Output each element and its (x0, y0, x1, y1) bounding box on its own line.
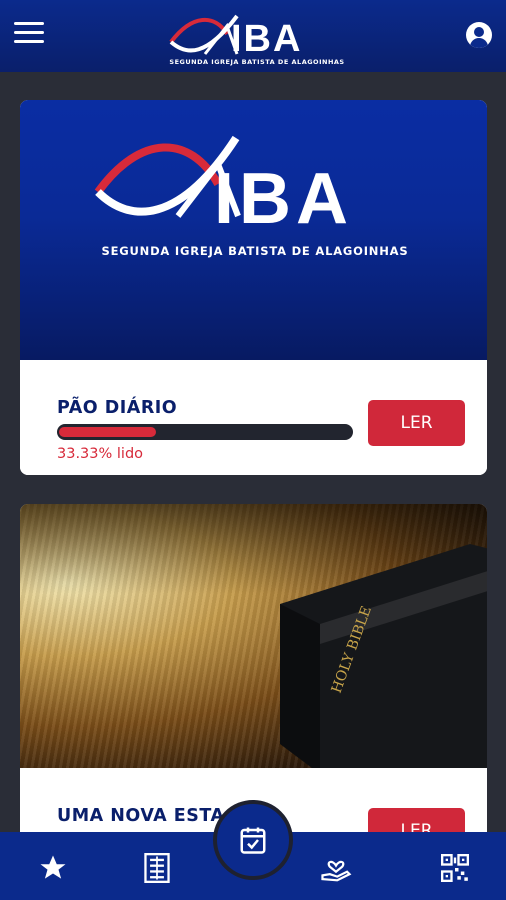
app-header: IBA SEGUNDA IGREJA BATISTA DE ALAGOINHAS (0, 0, 506, 72)
progress-label: 33.33% lido (57, 446, 144, 462)
account-circle-icon[interactable] (466, 22, 492, 48)
logo-title: IBA (231, 18, 303, 60)
logo-subtitle: SEGUNDA IGREJA BATISTA DE ALAGOINHAS (169, 58, 345, 66)
card-banner: IBA SEGUNDA IGREJA BATISTA DE ALAGOINHAS (20, 100, 487, 360)
progress-fill (59, 427, 156, 437)
hand-heart-icon[interactable] (318, 852, 354, 884)
menu-icon[interactable] (14, 22, 46, 48)
book-list-icon[interactable] (139, 852, 175, 884)
bible-image: HOLY BIBLE (280, 544, 487, 768)
banner-logo-subtitle: SEGUNDA IGREJA BATISTA DE ALAGOINHAS (101, 244, 409, 258)
church-logo: IBA SEGUNDA IGREJA BATISTA DE ALAGOINHAS (167, 6, 347, 68)
card-title: PÃO DIÁRIO (57, 398, 178, 418)
banner-logo: IBA SEGUNDA IGREJA BATISTA DE ALAGOINHAS (90, 124, 420, 258)
reading-progress-bar (57, 424, 353, 440)
bible-photo: HOLY BIBLE (20, 504, 487, 768)
banner-logo-title: IBA (214, 159, 353, 239)
qr-code-icon[interactable] (437, 852, 473, 884)
card-footer: PÃO DIÁRIO 33.33% lido LER (20, 360, 487, 475)
devotional-card-pao-diario: IBA SEGUNDA IGREJA BATISTA DE ALAGOINHAS… (20, 100, 487, 475)
star-icon[interactable] (35, 852, 71, 884)
devotional-card-nova-estacao: HOLY BIBLE UMA NOVA ESTAÇÃO LER (20, 504, 487, 844)
calendar-check-icon[interactable] (213, 800, 293, 880)
read-button[interactable]: LER (368, 400, 465, 446)
